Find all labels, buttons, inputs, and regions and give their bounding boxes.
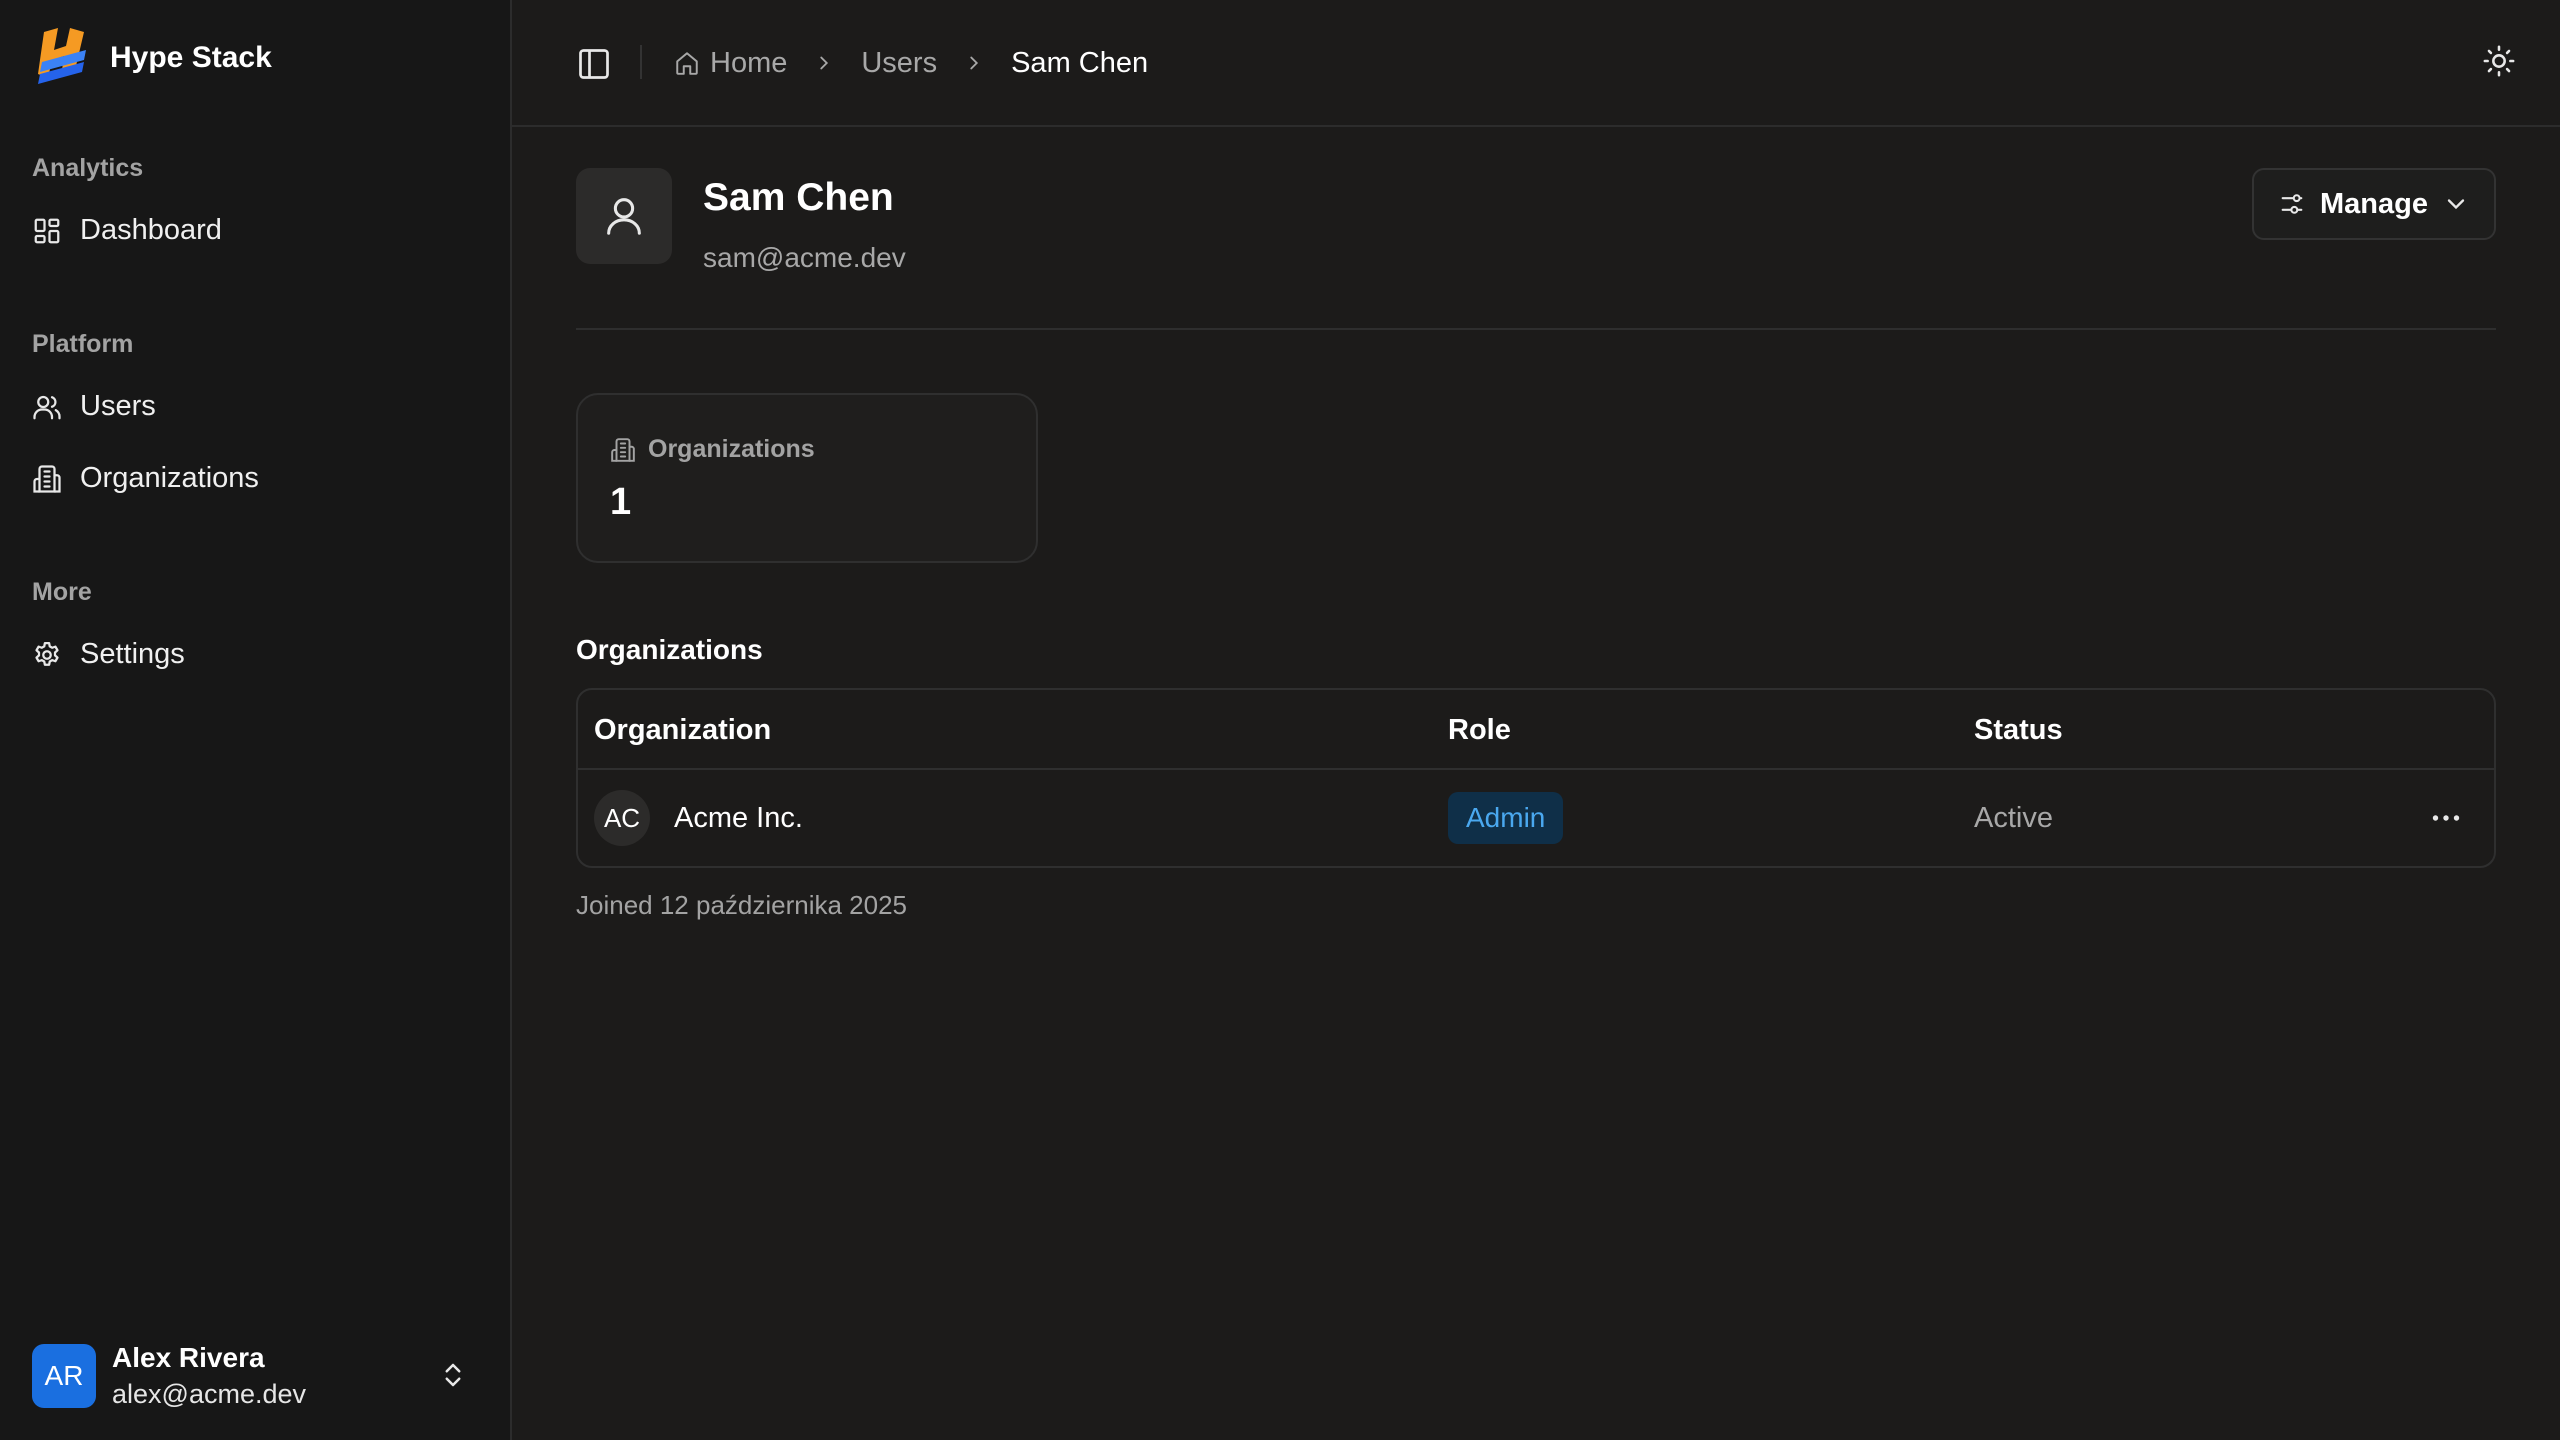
sidebar-item-label: Organizations: [80, 462, 259, 494]
breadcrumb-home[interactable]: Home: [674, 47, 787, 80]
organizations-section-title: Organizations: [576, 634, 763, 665]
app-name: Hype Stack: [110, 41, 272, 74]
organizations-table: Organization Role Status AC Acme Inc. Ad…: [576, 688, 2496, 868]
sun-icon[interactable]: [2482, 44, 2516, 78]
building-icon: [33, 464, 61, 493]
chevron-right-icon: [820, 56, 829, 70]
hype-stack-logo-icon: [38, 28, 86, 84]
sidebar-item-dashboard[interactable]: Dashboard: [32, 214, 222, 247]
sidebar-item-organizations[interactable]: Organizations: [32, 462, 259, 495]
sidebar: Hype Stack Analytics Dashboard Platform …: [0, 0, 512, 1440]
main-content: Home Users Sam Chen Sam Chen sam@acme.de…: [512, 0, 2560, 1440]
nav-group-more: More: [32, 578, 92, 606]
divider: [640, 45, 642, 79]
manage-button[interactable]: Manage: [2252, 168, 2496, 240]
user-name: Alex Rivera: [112, 1342, 265, 1373]
home-icon: [676, 52, 698, 75]
breadcrumb-current: Sam Chen: [1011, 46, 1149, 79]
organizations-stat-card: Organizations 1: [576, 393, 1038, 563]
dashboard-icon: [34, 218, 60, 243]
column-header-role: Role: [1448, 714, 1511, 746]
column-header-organization: Organization: [594, 714, 772, 746]
avatar: AR: [32, 1344, 96, 1408]
nav-group-analytics: Analytics: [32, 154, 144, 182]
sidebar-item-label: Dashboard: [80, 214, 222, 246]
brand[interactable]: Hype Stack: [36, 26, 272, 90]
app-shell: Hype Stack Analytics Dashboard Platform …: [0, 0, 2560, 1440]
org-avatar: AC: [594, 790, 650, 846]
stat-value: 1: [610, 481, 632, 523]
sidebar-item-users[interactable]: Users: [32, 390, 156, 423]
gear-icon: [35, 641, 59, 666]
role-badge: Admin: [1448, 792, 1564, 844]
column-header-status: Status: [1974, 714, 2063, 746]
stat-label: Organizations: [648, 435, 815, 463]
user-icon: [607, 198, 641, 235]
breadcrumb-home-label: Home: [710, 46, 788, 79]
breadcrumb: Home Users Sam Chen: [674, 44, 1148, 82]
sidebar-item-label: Settings: [80, 638, 185, 670]
manage-button-label: Manage: [2320, 187, 2428, 220]
divider: [576, 328, 2496, 330]
chevron-down-icon: [2447, 199, 2465, 210]
table-header: Organization Role Status: [578, 690, 2494, 770]
joined-date: Joined 12 października 2025: [576, 890, 908, 920]
settings-sliders-icon: [2281, 194, 2303, 214]
page-title: Sam Chen: [703, 176, 894, 219]
sidebar-toggle-icon[interactable]: [576, 46, 612, 82]
breadcrumb-users[interactable]: Users: [861, 47, 937, 80]
user-email: alex@acme.dev: [112, 1379, 306, 1409]
users-icon: [33, 395, 61, 419]
chevrons-up-down-icon[interactable]: [438, 1360, 468, 1390]
chevron-right-icon: [970, 56, 979, 70]
topbar: Home Users Sam Chen: [512, 0, 2560, 127]
user-menu[interactable]: AR Alex Rivera alex@acme.dev: [32, 1342, 480, 1410]
building-icon: [611, 437, 635, 462]
status-text: Active: [1974, 802, 2053, 834]
org-name[interactable]: Acme Inc.: [674, 802, 803, 835]
nav-group-platform: Platform: [32, 330, 134, 358]
sidebar-item-label: Users: [80, 390, 156, 422]
table-row[interactable]: AC Acme Inc. Admin Active: [578, 770, 2494, 866]
sidebar-item-settings[interactable]: Settings: [32, 638, 185, 671]
profile-email: sam@acme.dev: [703, 242, 906, 273]
more-horizontal-icon[interactable]: [2428, 800, 2464, 836]
profile-avatar: [576, 168, 672, 264]
